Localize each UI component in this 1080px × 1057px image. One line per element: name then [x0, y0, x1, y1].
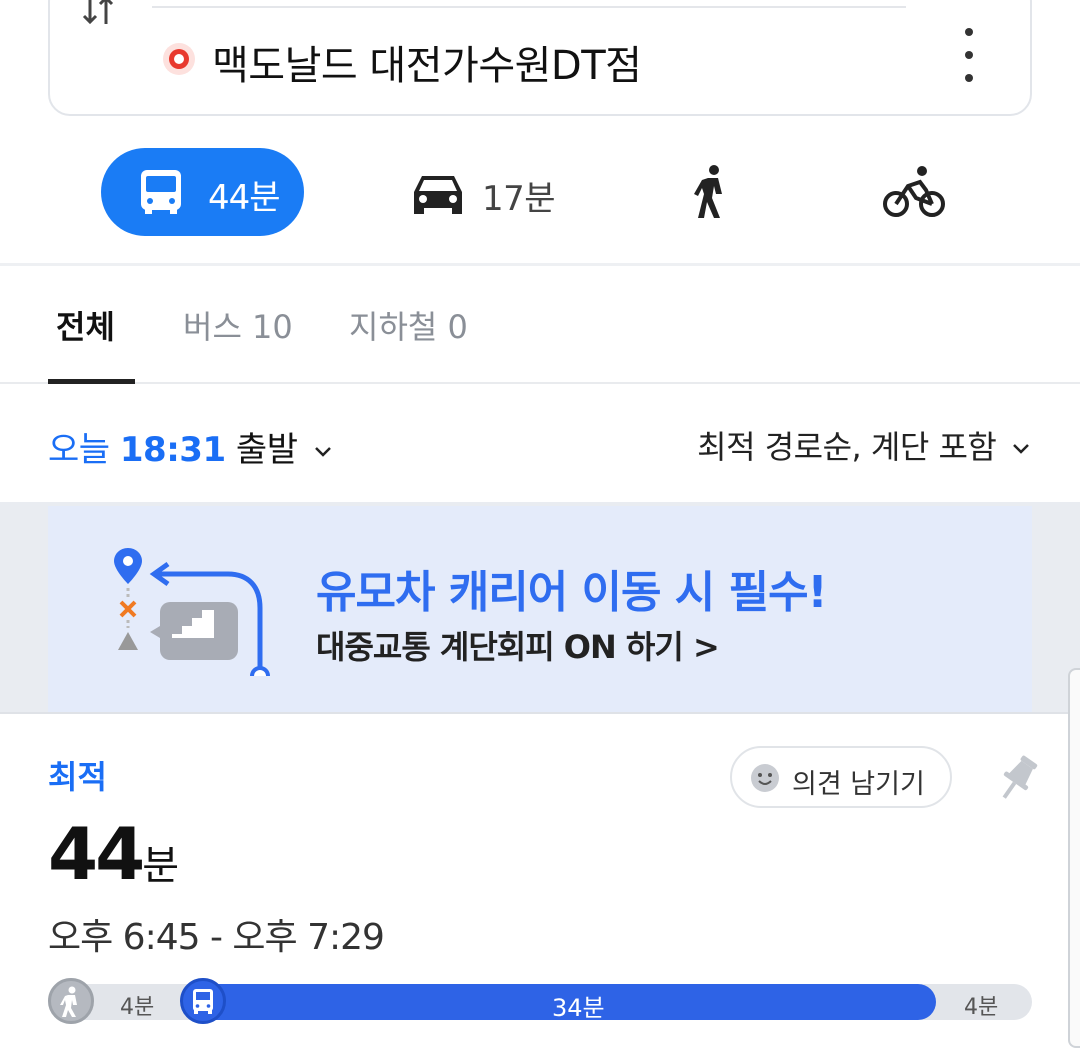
more-options-button[interactable] — [950, 26, 990, 84]
feedback-button[interactable]: 의견 남기기 — [730, 746, 952, 808]
walk-icon[interactable] — [692, 164, 732, 220]
banner-subtitle-link[interactable]: 대중교통 계단회피 ON 하기 > — [316, 622, 720, 668]
best-route-badge: 최적 — [48, 758, 107, 796]
feedback-label: 의견 남기기 — [792, 769, 925, 800]
banner-divider — [0, 712, 1080, 714]
stair-avoid-illustration-icon — [114, 548, 270, 676]
departure-time: 18:31 — [119, 430, 226, 470]
departure-day: 오늘 — [48, 430, 110, 470]
walk-icon — [48, 978, 94, 1024]
scrollbar[interactable] — [1068, 668, 1080, 1048]
route-duration: 44분 — [48, 812, 179, 896]
departure-label: 출발 — [235, 430, 298, 470]
active-tab-indicator — [48, 379, 135, 384]
tab-all[interactable]: 전체 — [56, 302, 115, 348]
walk-start-duration: 4분 — [120, 995, 155, 1020]
car-duration[interactable]: 17분 — [482, 171, 556, 220]
duration-unit: 분 — [142, 843, 180, 889]
walk-end-duration: 4분 — [964, 995, 999, 1020]
car-icon[interactable] — [408, 170, 468, 214]
tab-subway[interactable]: 지하철 0 — [349, 302, 468, 348]
stair-avoid-banner[interactable]: 유모차 캐리어 이동 시 필수! 대중교통 계단회피 ON 하기 > — [48, 506, 1032, 712]
bus-icon — [180, 978, 226, 1024]
tabs-divider — [0, 382, 1080, 384]
route-divider — [152, 6, 906, 8]
mode-bus-button[interactable]: 44분 — [101, 148, 304, 236]
bike-icon[interactable] — [882, 164, 946, 220]
tab-bus[interactable]: 버스 10 — [183, 302, 293, 348]
sort-label: 최적 경로순, 계단 포함 — [697, 428, 997, 466]
section-divider — [0, 263, 1080, 266]
pin-icon[interactable] — [996, 752, 1040, 804]
duration-number: 44 — [48, 812, 145, 896]
smile-icon — [751, 764, 779, 792]
chevron-down-icon — [1013, 444, 1029, 454]
transport-mode-row: 44분 17분 — [0, 148, 1080, 238]
bus-duration: 44분 — [208, 178, 281, 218]
time-range: 오후 6:45 - 오후 7:29 — [48, 917, 385, 958]
sort-selector[interactable]: 최적 경로순, 계단 포함 — [697, 422, 1030, 468]
destination-marker-icon — [163, 43, 195, 75]
banner-title: 유모차 캐리어 이동 시 필수! — [316, 567, 828, 618]
destination-field[interactable]: 맥도날드 대전가수원DT점 — [212, 33, 642, 91]
bus-segment-duration: 34분 — [552, 994, 605, 1022]
swap-icon[interactable] — [80, 0, 120, 30]
departure-time-selector[interactable]: 오늘 18:31 출발 — [48, 422, 332, 471]
bus-icon — [141, 170, 181, 214]
chevron-down-icon — [314, 446, 331, 457]
